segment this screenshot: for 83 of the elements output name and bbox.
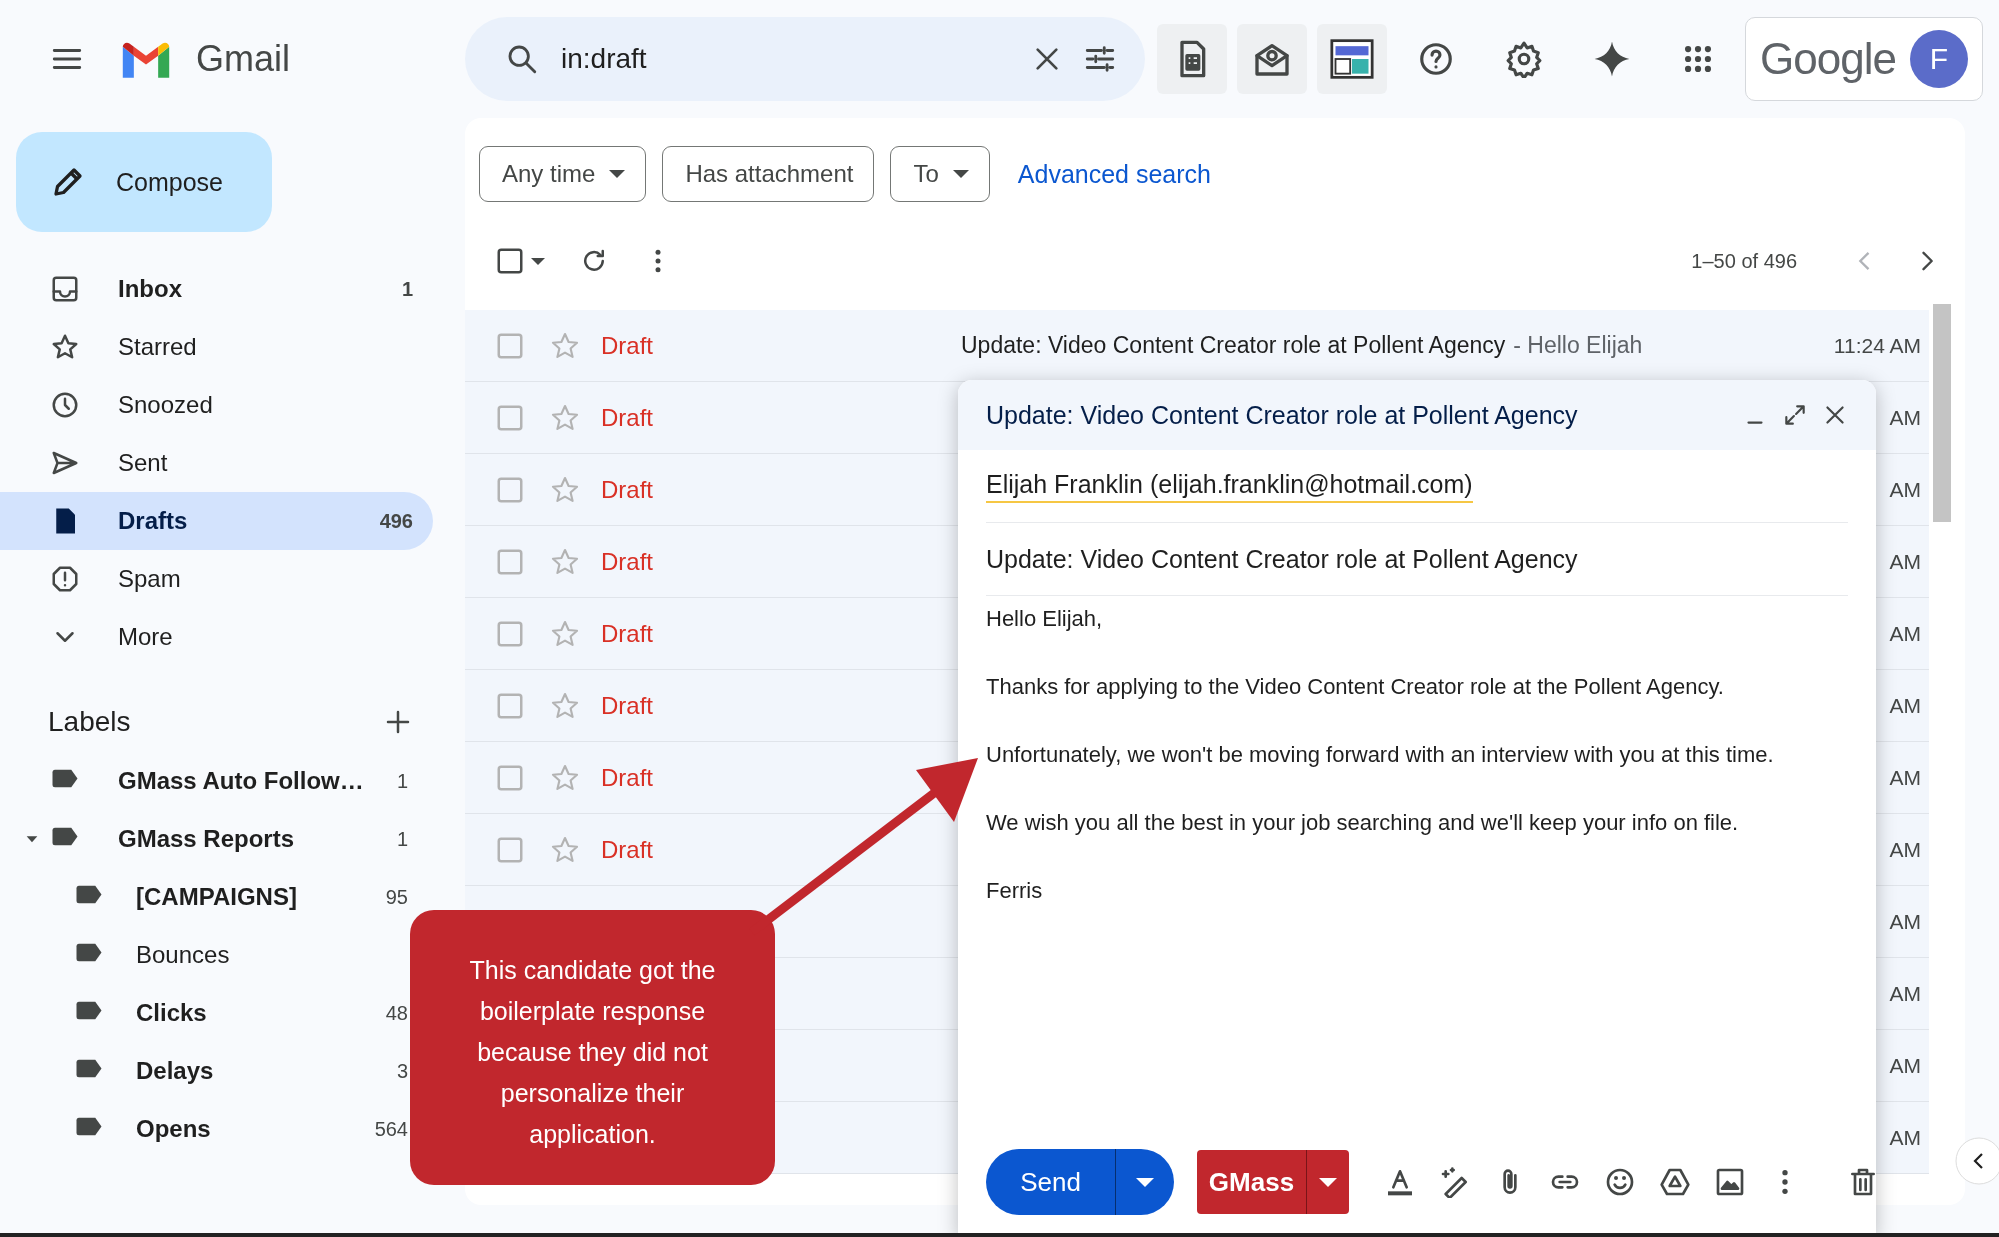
caret-icon [1136, 1177, 1154, 1187]
draft-label: Draft [601, 475, 654, 504]
search-field[interactable]: in:draft [559, 42, 1011, 76]
dashboard-button[interactable] [1317, 24, 1387, 94]
envelope-button[interactable] [1237, 24, 1307, 94]
alert-icon [50, 564, 80, 594]
nav-item[interactable]: Spam [0, 550, 433, 608]
label-item[interactable]: Delays 3 [0, 1042, 408, 1100]
send-options-button[interactable] [1116, 1149, 1174, 1215]
body-paragraph: Thanks for applying to the Video Content Creator role at the Pollent Agency. [986, 674, 1725, 700]
label-item[interactable]: Bounces [0, 926, 408, 984]
dashboard-icon [1330, 37, 1374, 81]
clock-icon [50, 390, 80, 420]
account-button[interactable]: Google F [1745, 17, 1983, 101]
label-item[interactable]: GMass Reports 1 [0, 810, 408, 868]
pagination-text: 1–50 of 496 [1691, 249, 1797, 273]
nav-item[interactable]: Starred [0, 318, 433, 376]
draft-label: Draft [601, 763, 654, 792]
body-paragraph: Unfortunately, we won't be moving forward with an interview with you at this time. [986, 742, 1775, 768]
nav-item[interactable]: Sent [0, 434, 433, 492]
nav-item[interactable]: Inbox 1 [0, 260, 433, 318]
label-item[interactable]: Clicks 48 [0, 984, 408, 1042]
draft-label: Draft [601, 691, 654, 720]
settings-icon[interactable] [1505, 40, 1543, 78]
email-time: AM [1889, 909, 1921, 934]
email-time: AM [1889, 477, 1921, 502]
emoji-icon[interactable] [1604, 1166, 1636, 1198]
draft-label: Draft [601, 619, 654, 648]
gmass-options-button[interactable] [1307, 1150, 1349, 1214]
select-all-checkbox[interactable] [495, 246, 525, 276]
image-icon[interactable] [1714, 1166, 1746, 1198]
email-time: AM [1889, 837, 1921, 862]
subject-field[interactable]: Update: Video Content Creator role at Pollent Agency [986, 544, 1578, 574]
send-button[interactable]: Send [986, 1149, 1116, 1215]
filter-chip[interactable]: To [890, 146, 990, 202]
email-time: AM [1889, 1125, 1921, 1150]
draft-label: Draft [601, 331, 654, 360]
label-item[interactable]: Opens 564 [0, 1100, 408, 1158]
email-time: AM [1889, 621, 1921, 646]
label-item[interactable]: [CAMPAIGNS] 95 [0, 868, 408, 926]
compose-button[interactable]: Compose [16, 132, 272, 232]
inbox-icon [50, 274, 80, 304]
nav-item[interactable]: Snoozed [0, 376, 433, 434]
email-time: AM [1889, 1053, 1921, 1078]
email-time: AM [1889, 405, 1921, 430]
drive-icon[interactable] [1659, 1166, 1691, 1198]
search-bar[interactable]: in:draft [465, 17, 1145, 101]
label-item[interactable]: GMass Auto Follow… 1 [0, 752, 408, 810]
sparkle-icon[interactable] [1593, 40, 1631, 78]
avatar: F [1909, 30, 1968, 88]
email-time: AM [1889, 693, 1921, 718]
scrollbar[interactable] [1933, 304, 1951, 522]
draft-label: Draft [601, 835, 654, 864]
filter-chip[interactable]: Has attachment [662, 146, 875, 202]
nav-item[interactable]: Drafts 496 [0, 492, 433, 550]
side-panel-toggle-icon[interactable] [1955, 1137, 1999, 1185]
labels-heading: Labels [48, 706, 131, 738]
compose-title: Update: Video Content Creator role at Pollent Agency [986, 400, 1579, 430]
draft-label: Draft [601, 403, 654, 432]
caret-icon[interactable] [531, 257, 545, 265]
nav-item[interactable]: More [0, 608, 433, 666]
callout-tooltip: This candidate got the boilerplate response because they did not personalize their application. [410, 910, 775, 1185]
body-paragraph: We wish you all the best in your job searching and we'll keep your info on file. [986, 810, 1740, 836]
body-paragraph: Ferris [986, 878, 1044, 904]
email-subject: Update: Video Content Creator role at Pollent Agency [961, 332, 1506, 359]
gmass-button[interactable]: GMass [1197, 1150, 1307, 1214]
email-snippet: - Hello Elijah [1513, 332, 1643, 359]
email-time: AM [1889, 765, 1921, 790]
caret-icon [609, 170, 626, 178]
filter-chip[interactable]: Any time [479, 146, 647, 202]
email-time: AM [1889, 549, 1921, 574]
email-time: AM [1889, 981, 1921, 1006]
email-time: 11:24 AM [1833, 333, 1921, 358]
caret-icon [1319, 1177, 1337, 1187]
recipient-field[interactable]: Elijah Franklin (elijah.franklin@hotmail.com) [986, 469, 1473, 503]
caret-icon [952, 170, 969, 178]
app-name: Gmail [196, 38, 290, 80]
advanced-search-link[interactable]: Advanced search [1017, 159, 1211, 189]
body-paragraph: Hello Elijah, [986, 606, 1104, 632]
help-icon[interactable] [1417, 40, 1455, 78]
brand-name: Google [1760, 34, 1896, 84]
expand-icon[interactable] [1782, 402, 1808, 428]
draft-label: Draft [601, 547, 654, 576]
